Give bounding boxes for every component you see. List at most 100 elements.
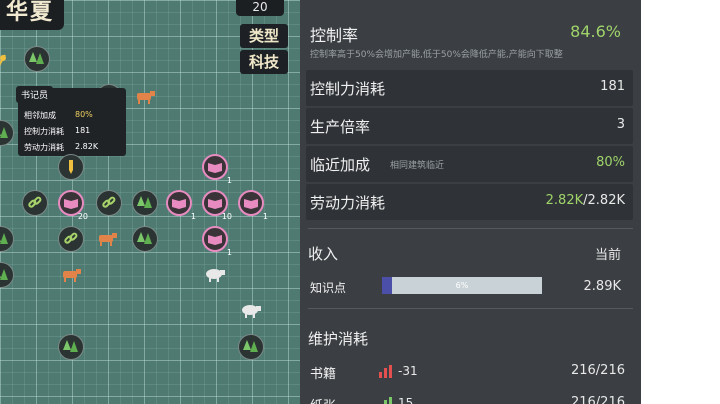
tooltip-label: 劳动力消耗 xyxy=(24,143,64,152)
labor-cost-row: 劳动力消耗 2.82K/2.82K xyxy=(306,184,633,220)
production-multiplier-row: 生产倍率 3 xyxy=(306,108,633,144)
game-screen: 华夏 20 类型 科技 书记员 相邻加成 80% 控制力消耗 181 劳动力消耗… xyxy=(0,0,720,404)
control-rate-note: 控制率高于50%会增加产能,低于50%会降低产能,产能向下取整 xyxy=(310,50,563,60)
map-grid[interactable]: 华夏 20 类型 科技 书记员 相邻加成 80% 控制力消耗 181 劳动力消耗… xyxy=(0,0,300,404)
library-tile[interactable]: 20 xyxy=(58,190,88,221)
tree-icon xyxy=(0,269,8,280)
sheep-tile[interactable] xyxy=(202,262,228,288)
labor-cost-current: 2.82K xyxy=(545,193,584,208)
bar-chart-up-icon xyxy=(384,397,392,404)
count-badge: 20 xyxy=(236,0,284,16)
forest-tile[interactable] xyxy=(238,334,264,360)
bar-chart-down-icon xyxy=(379,365,392,378)
link-tile[interactable] xyxy=(96,190,122,216)
income-header: 收入 xyxy=(308,245,339,263)
tree-icon xyxy=(137,196,152,208)
tile-level: 1 xyxy=(190,212,196,221)
cow-icon xyxy=(99,233,117,246)
control-rate-label: 控制率 xyxy=(310,26,359,45)
cattle-tile[interactable] xyxy=(132,84,158,110)
control-rate-value: 84.6% xyxy=(570,22,621,41)
forest-tile[interactable] xyxy=(132,226,158,252)
labor-cost-label: 劳动力消耗 xyxy=(310,194,386,212)
wheat-icon xyxy=(0,54,6,66)
library-tile[interactable]: 1 xyxy=(166,190,196,221)
maintenance-item-stock: 216/216 xyxy=(571,395,625,404)
forest-tile[interactable] xyxy=(0,262,14,288)
maintenance-stock-current: 216 xyxy=(570,395,596,404)
cattle-tile[interactable] xyxy=(58,262,84,288)
forest-tile[interactable] xyxy=(132,190,158,216)
income-progress-text: 6% xyxy=(455,281,469,290)
link-tile[interactable] xyxy=(22,190,48,216)
maintenance-header: 维护消耗 xyxy=(308,330,369,348)
forest-tile[interactable] xyxy=(0,120,14,146)
tooltip-row: 劳动力消耗 2.82K xyxy=(24,142,120,153)
tooltip-label: 相邻加成 xyxy=(24,111,56,120)
tooltip-value: 2.82K xyxy=(75,142,99,151)
tech-button[interactable]: 科技 xyxy=(240,50,288,74)
cow-icon xyxy=(63,269,81,282)
library-tile[interactable]: 1 xyxy=(238,190,268,221)
sheep-icon xyxy=(206,269,225,282)
labor-cost-value: 2.82K/2.82K xyxy=(546,193,625,208)
library-tile[interactable]: 10 xyxy=(202,190,232,221)
book-icon xyxy=(208,235,222,245)
book-icon xyxy=(244,199,258,209)
wheat-tile[interactable] xyxy=(0,48,14,74)
tree-icon xyxy=(243,340,258,352)
chain-icon xyxy=(28,196,42,208)
book-icon xyxy=(208,199,222,209)
cattle-tile[interactable] xyxy=(94,226,120,252)
library-tile[interactable]: 1 xyxy=(202,154,232,185)
maintenance-item-label: 纸张 xyxy=(310,395,336,404)
maintenance-stock-current: 216 xyxy=(570,363,596,378)
divider xyxy=(308,308,633,309)
income-item-label: 知识点 xyxy=(310,281,347,295)
maintenance-item-stock: 216/216 xyxy=(571,363,625,378)
tooltip-value: 181 xyxy=(75,126,91,135)
type-button[interactable]: 类型 xyxy=(240,24,288,48)
tile-level: 1 xyxy=(262,212,268,221)
sheep-tile[interactable] xyxy=(238,298,264,324)
tile-level: 10 xyxy=(221,212,232,221)
income-item-value: 2.89K xyxy=(583,279,621,294)
tree-icon xyxy=(0,127,8,138)
tree-icon xyxy=(63,340,78,352)
tile-level: 1 xyxy=(226,176,232,185)
forest-tile[interactable] xyxy=(24,46,50,72)
brush-tile[interactable] xyxy=(58,154,84,180)
forest-tile[interactable] xyxy=(0,226,14,252)
production-multiplier-label: 生产倍率 xyxy=(310,118,371,136)
book-icon xyxy=(64,199,78,209)
maintenance-item-delta: 15 xyxy=(398,396,414,404)
adjacency-hint: 相同建筑临近 xyxy=(390,161,445,171)
adjacency-value: 80% xyxy=(596,155,625,170)
library-tile[interactable]: 1 xyxy=(202,226,232,257)
adjacency-row: 临近加成 相同建筑临近 80% xyxy=(306,146,633,182)
chain-icon xyxy=(102,196,116,208)
divider xyxy=(308,228,633,229)
production-multiplier-value: 3 xyxy=(616,117,625,132)
tooltip-title: 书记员 xyxy=(16,86,54,103)
maintenance-item-delta: -31 xyxy=(398,364,418,378)
forest-tile[interactable] xyxy=(58,334,84,360)
income-current-label: 当前 xyxy=(594,248,621,263)
cow-icon xyxy=(137,91,155,104)
sheep-icon xyxy=(242,305,261,318)
control-cost-label: 控制力消耗 xyxy=(310,80,386,98)
tooltip-row: 控制力消耗 181 xyxy=(24,126,120,137)
adjacency-label: 临近加成 xyxy=(310,156,371,174)
building-tooltip: 书记员 相邻加成 80% 控制力消耗 181 劳动力消耗 2.82K xyxy=(16,86,126,156)
control-cost-value: 181 xyxy=(600,79,625,94)
tree-icon xyxy=(0,233,8,244)
book-icon xyxy=(208,163,222,173)
tree-icon xyxy=(29,52,44,64)
maintenance-stock-max: 216 xyxy=(600,395,625,404)
building-info-panel: 控制率 84.6% 控制率高于50%会增加产能,低于50%会降低产能,产能向下取… xyxy=(300,0,641,404)
tooltip-value: 80% xyxy=(75,110,93,119)
income-progress-bar: 6% xyxy=(382,277,542,294)
link-tile[interactable] xyxy=(58,226,84,252)
tile-level: 20 xyxy=(77,212,88,221)
control-cost-row: 控制力消耗 181 xyxy=(306,70,633,106)
